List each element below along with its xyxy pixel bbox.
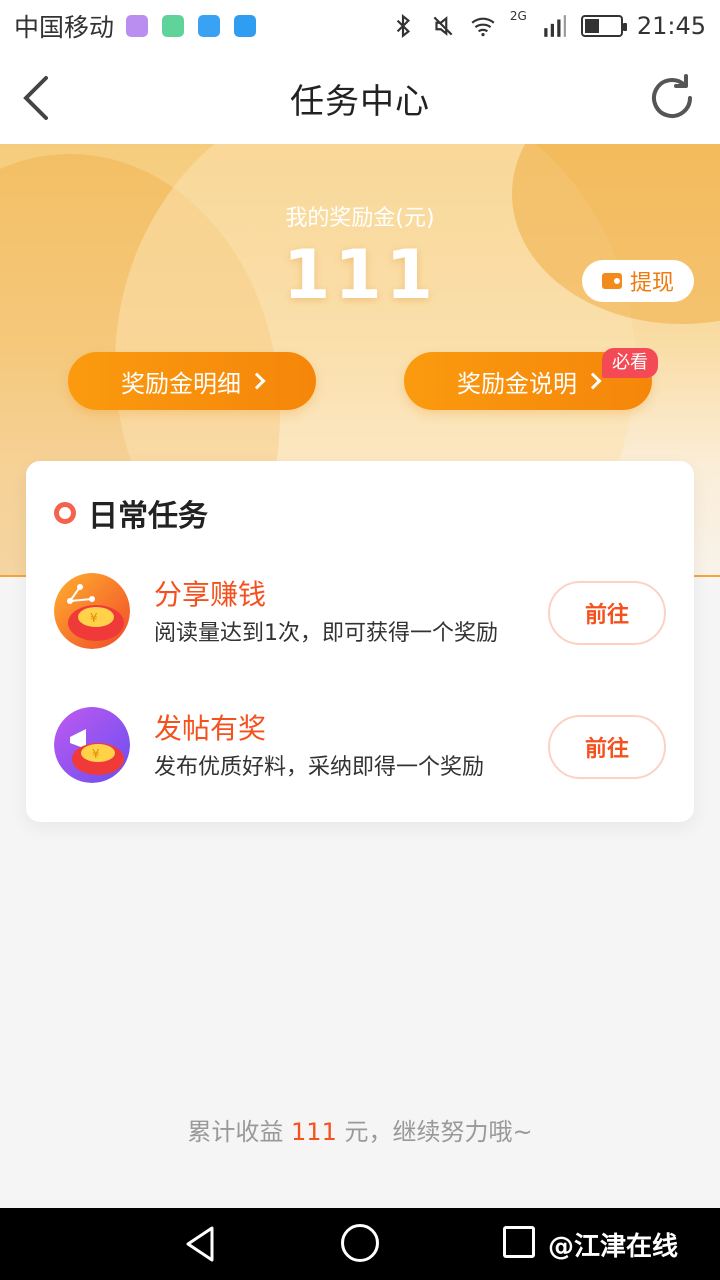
gallery-icon: [126, 15, 149, 37]
reward-detail-button[interactable]: 奖励金明细: [68, 352, 316, 410]
post-reward-icon: ¥: [54, 707, 130, 783]
clock: 21:45: [636, 12, 706, 40]
system-nav-bar: @江津在线: [0, 1208, 720, 1280]
carrier-name: 中国移动: [14, 13, 115, 42]
reward-explain-label: 奖励金说明: [457, 369, 577, 398]
go-button[interactable]: 前往: [548, 581, 666, 645]
svg-text:¥: ¥: [90, 611, 98, 625]
task-description: 发布优质好料，采纳即得一个奖励: [154, 755, 485, 780]
nav-back-icon[interactable]: [182, 1224, 218, 1264]
wifi-icon: [471, 17, 495, 37]
battery-icon: [580, 15, 627, 37]
task-name: 分享赚钱: [154, 578, 267, 611]
withdraw-label: 提现: [629, 271, 674, 296]
task-description: 阅读量达到1次，即可获得一个奖励: [154, 621, 498, 646]
go-button[interactable]: 前往: [548, 715, 666, 779]
share-money-icon: ¥: [54, 573, 130, 649]
withdraw-button[interactable]: 提现: [582, 260, 694, 302]
daily-tasks-card: 日常任务 ¥ 分享赚钱 阅读量达到1次，即可获得一个奖励 前往 ¥ 发帖有奖 发…: [26, 461, 694, 822]
mute-icon: [433, 16, 453, 36]
page-title: 任务中心: [290, 81, 430, 122]
watermark: @江津在线: [548, 1232, 679, 1262]
signal-icon: [544, 15, 566, 37]
must-read-badge: 必看: [602, 348, 658, 378]
total-earnings-suffix: 元，继续努力哦~: [344, 1118, 533, 1146]
section-title: 日常任务: [54, 491, 208, 535]
refresh-icon[interactable]: [644, 70, 700, 126]
section-title-text: 日常任务: [88, 499, 208, 534]
total-earnings-amount: 111: [291, 1118, 337, 1146]
svg-text:¥: ¥: [92, 747, 100, 761]
nav-recent-icon[interactable]: [503, 1226, 535, 1258]
chevron-right-icon: [584, 372, 602, 390]
app-header: 任务中心: [0, 52, 720, 144]
status-bar: 中国移动 2G 21:45: [0, 0, 720, 52]
wallet-icon: [601, 273, 622, 289]
heart-icon: [198, 15, 221, 37]
reward-detail-label: 奖励金明细: [121, 369, 241, 398]
network-type: 2G: [509, 9, 527, 23]
nav-home-icon[interactable]: [341, 1224, 379, 1262]
total-earnings: 累计收益 111 元，继续努力哦~: [0, 1112, 720, 1147]
chat-icon: [234, 15, 257, 37]
total-earnings-prefix: 累计收益: [187, 1118, 284, 1146]
reward-label: 我的奖励金(元): [285, 206, 435, 231]
task-name: 发帖有奖: [154, 712, 267, 745]
bluetooth-icon: [396, 13, 410, 39]
ring-dot-icon: [54, 502, 76, 524]
chevron-right-icon: [248, 372, 266, 390]
eye-icon: [162, 15, 185, 37]
task-item: ¥ 分享赚钱 阅读量达到1次，即可获得一个奖励 前往: [54, 573, 666, 653]
task-item: ¥ 发帖有奖 发布优质好料，采纳即得一个奖励 前往: [54, 707, 666, 787]
chevron-left-icon[interactable]: [18, 72, 58, 124]
